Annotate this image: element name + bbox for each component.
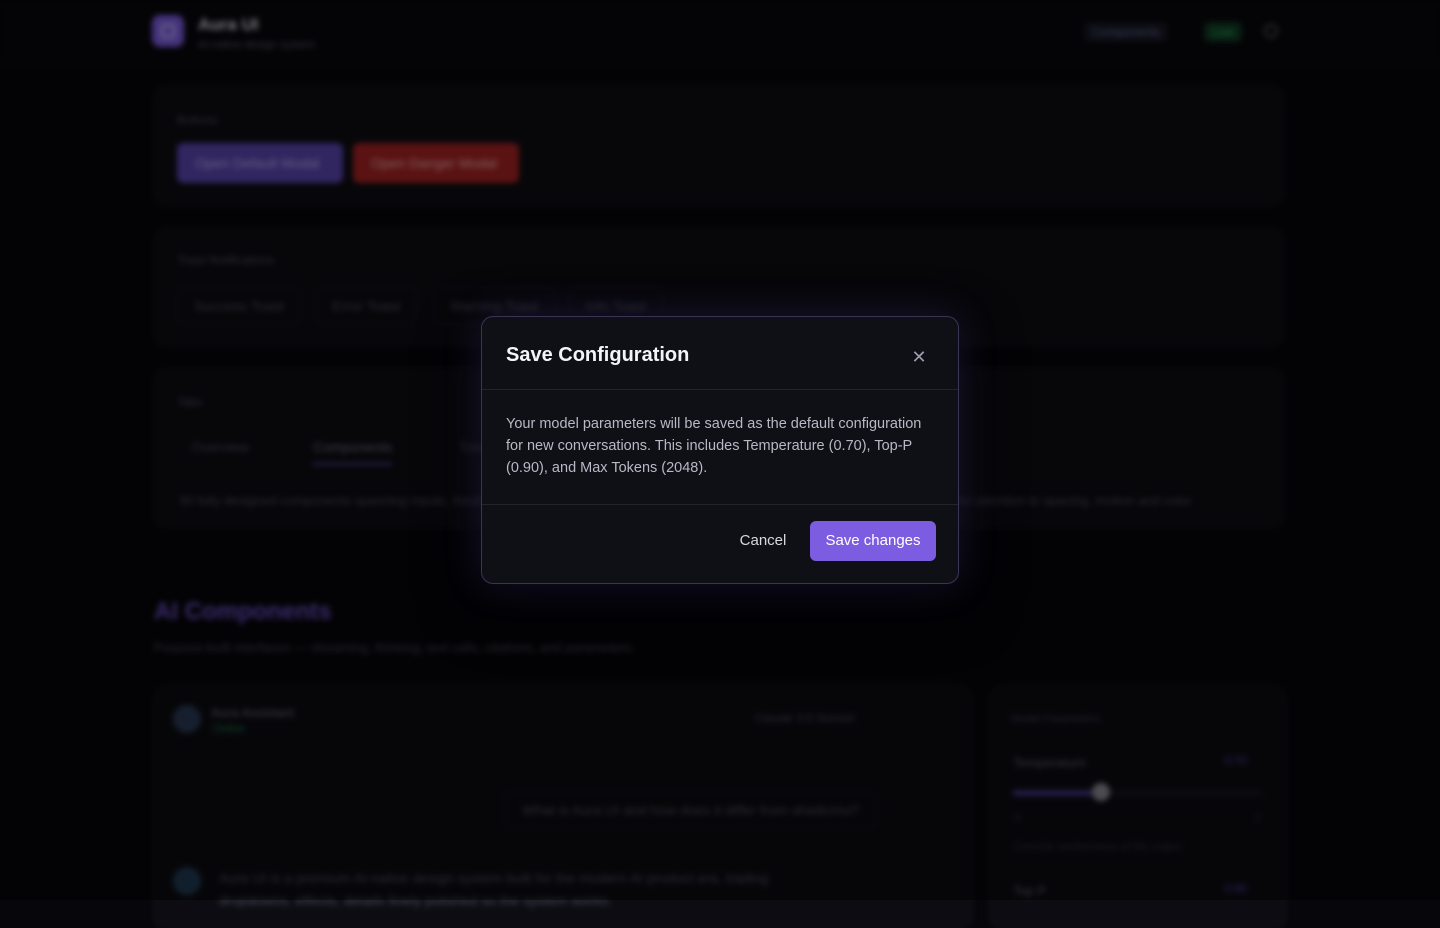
- modal-body-text: Your model parameters will be saved as t…: [506, 416, 922, 476]
- modal-title: Save Configuration: [506, 344, 690, 366]
- modal-footer-divider: [482, 504, 958, 505]
- save-changes-button[interactable]: Save changes: [810, 521, 936, 561]
- cancel-button[interactable]: Cancel: [726, 521, 800, 561]
- save-configuration-modal: Save Configuration ✕ Your model paramete…: [481, 316, 959, 584]
- modal-header-divider: [482, 389, 958, 390]
- close-icon[interactable]: ✕: [909, 347, 929, 367]
